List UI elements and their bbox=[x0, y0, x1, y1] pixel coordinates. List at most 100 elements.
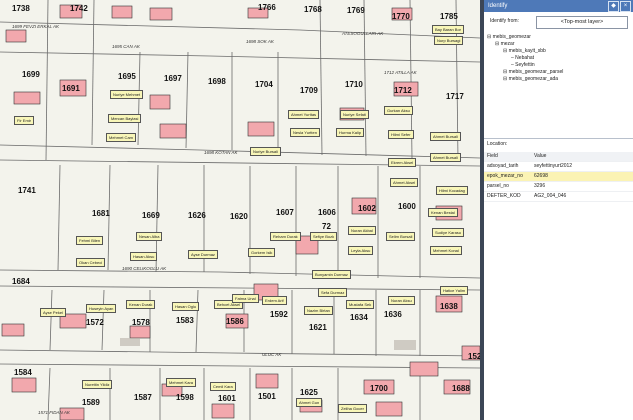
road-label[interactable]: 1698 SOK AK bbox=[246, 39, 274, 44]
owner-label[interactable]: Mercan Baylasi bbox=[108, 114, 142, 123]
owner-label[interactable]: Sefiye Bozk bbox=[310, 232, 338, 241]
owner-label[interactable]: Nazim Birtan bbox=[304, 306, 333, 315]
owner-label[interactable]: Ahmet Bursali bbox=[430, 153, 461, 162]
parcel-number[interactable]: 1717 bbox=[446, 92, 464, 101]
parcel-number[interactable]: 1607 bbox=[276, 208, 294, 217]
owner-label[interactable]: Nuriye Mehmet bbox=[110, 90, 144, 99]
parcel-number[interactable]: 72 bbox=[322, 222, 331, 231]
parcel-number[interactable]: 1695 bbox=[118, 72, 136, 81]
parcel-number[interactable]: 1669 bbox=[142, 211, 160, 220]
owner-label[interactable]: Nuran Aksu bbox=[388, 296, 415, 305]
owner-label[interactable]: Hasan Aksu bbox=[130, 252, 158, 261]
owner-label[interactable]: Nesla Yurtten bbox=[290, 128, 320, 137]
owner-label[interactable]: Fehmi Bilen bbox=[76, 236, 104, 245]
parcel-number[interactable]: 1600 bbox=[398, 202, 416, 211]
parcel-number[interactable]: 1638 bbox=[440, 302, 458, 311]
parcel-number[interactable]: 1700 bbox=[370, 384, 388, 393]
owner-label[interactable]: Ahmet Yurttas bbox=[288, 110, 320, 119]
parcel-number[interactable]: 1592 bbox=[270, 310, 288, 319]
owner-label[interactable]: Kenan Durak bbox=[126, 300, 156, 309]
parcel-number[interactable]: 1587 bbox=[134, 393, 152, 402]
owner-label[interactable]: Mehmet Cam bbox=[106, 133, 137, 142]
owner-label[interactable]: Nesan Alba bbox=[136, 232, 163, 241]
road-label[interactable]: 1690 CELIKOGLU AK bbox=[122, 266, 166, 271]
owner-label[interactable]: Fatma Unal bbox=[232, 294, 259, 303]
attribute-row[interactable]: DEFTER_KOD AG2_004_046 bbox=[484, 192, 633, 202]
parcel-number[interactable]: 1710 bbox=[345, 80, 363, 89]
owner-label[interactable]: Reham Durak bbox=[270, 232, 301, 241]
owner-label[interactable]: Bay Baran Bor bbox=[432, 25, 465, 34]
owner-label[interactable]: Ahmet Aksel bbox=[390, 178, 419, 187]
parcel-number[interactable]: 1606 bbox=[318, 208, 336, 217]
parcel-number[interactable]: 1769 bbox=[347, 6, 365, 15]
parcel-number[interactable]: 1636 bbox=[384, 310, 402, 319]
attribute-row[interactable]: parsel_no 3296 bbox=[484, 182, 633, 192]
parcel-number[interactable]: 1586 bbox=[226, 317, 244, 326]
pin-icon[interactable]: ◆ bbox=[608, 1, 619, 12]
owner-label[interactable]: Okan Cebeci bbox=[76, 258, 106, 267]
result-tree[interactable]: ⊟ mebis_geomezar ⊟ mezar ⊟ mebis_kayit_sbb… bbox=[487, 34, 631, 83]
road-label[interactable]: 1699 FEVZI ERKAL AK bbox=[12, 24, 59, 29]
road-label[interactable]: 1695 CAN AK bbox=[112, 44, 140, 49]
owner-label[interactable]: Leyla Aksu bbox=[348, 246, 374, 255]
owner-label[interactable]: Erdem Arif bbox=[262, 296, 287, 305]
parcel-number[interactable]: 152 bbox=[468, 352, 480, 361]
owner-label[interactable]: Hilmi Sefer bbox=[388, 130, 414, 139]
owner-label[interactable]: Mehmet Kara bbox=[166, 378, 197, 387]
owner-label[interactable]: Fir Emir bbox=[14, 116, 34, 125]
owner-label[interactable]: Ayse Durmaz bbox=[188, 250, 218, 259]
tree-node[interactable]: ⊟ mebis_geomezar_ada bbox=[487, 76, 631, 83]
owner-label[interactable]: Nurp Bursagi bbox=[434, 36, 464, 45]
parcel-number[interactable]: 1768 bbox=[304, 5, 322, 14]
tree-node[interactable]: – Seyfettin bbox=[487, 62, 631, 69]
owner-label[interactable]: Nuriye Sefati bbox=[340, 110, 369, 119]
parcel-number[interactable]: 1785 bbox=[440, 12, 458, 21]
owner-label[interactable]: Nurettin Yildiz bbox=[82, 380, 113, 389]
parcel-number[interactable]: 1691 bbox=[62, 84, 80, 93]
parcel-number[interactable]: 1601 bbox=[218, 394, 236, 403]
parcel-number[interactable]: 1501 bbox=[258, 392, 276, 401]
owner-label[interactable]: Zeliha Gocer bbox=[338, 404, 367, 413]
parcel-number[interactable]: 1766 bbox=[258, 3, 276, 12]
map-view[interactable]: 1738 1742 1766 1768 1769 1770 1785 1699 1691 1695… bbox=[0, 0, 480, 420]
parcel-number[interactable]: 1698 bbox=[208, 77, 226, 86]
tree-node[interactable]: ⊟ mebis_kayit_sbb bbox=[487, 48, 631, 55]
owner-label[interactable]: Hatice Yalim bbox=[440, 286, 469, 295]
parcel-number[interactable]: 1738 bbox=[12, 4, 30, 13]
owner-label[interactable]: Sudiye Karasu bbox=[432, 228, 465, 237]
attribute-row[interactable]: adsoyad_tarih seyfettinyurt2012 bbox=[484, 162, 633, 172]
parcel-number[interactable]: 1709 bbox=[300, 86, 318, 95]
parcel-number[interactable]: 1578 bbox=[132, 318, 150, 327]
owner-label[interactable]: Mehmet Konal bbox=[430, 246, 462, 255]
owner-label[interactable]: Hasan Oglu bbox=[172, 302, 200, 311]
owner-label[interactable]: Ayse Pekel bbox=[40, 308, 66, 317]
parcel-number[interactable]: 1699 bbox=[22, 70, 40, 79]
parcel-number[interactable]: 1572 bbox=[86, 318, 104, 327]
parcel-number[interactable]: 1584 bbox=[14, 368, 32, 377]
owner-label[interactable]: Gurkan Aksu bbox=[384, 106, 413, 115]
owner-label[interactable]: Nuran Akbal bbox=[348, 226, 376, 235]
road-label[interactable]: ATESOGULLARI AK bbox=[342, 31, 383, 36]
parcel-number[interactable]: 1602 bbox=[358, 204, 376, 213]
owner-label[interactable]: Ahmet Gun bbox=[296, 398, 323, 407]
owner-label[interactable]: Huseyin Ayan bbox=[86, 304, 117, 313]
owner-label[interactable]: Sefa Durmaz bbox=[318, 288, 348, 297]
attribute-row[interactable]: epok_mezar_no 62698 bbox=[484, 172, 633, 182]
parcel-number[interactable]: 1583 bbox=[176, 316, 194, 325]
owner-label[interactable]: Hilmi Kocadag bbox=[436, 186, 468, 195]
parcel-number[interactable]: 1697 bbox=[164, 74, 182, 83]
parcel-number[interactable]: 1684 bbox=[12, 277, 30, 286]
owner-label[interactable]: Ekrem Aksel bbox=[388, 158, 417, 167]
owner-label[interactable]: Cemil Kara bbox=[210, 382, 236, 391]
parcel-number[interactable]: 1598 bbox=[176, 393, 194, 402]
parcel-number[interactable]: 1589 bbox=[82, 398, 100, 407]
parcel-number[interactable]: 1626 bbox=[188, 211, 206, 220]
road-label[interactable]: 1698 KOTAN AK bbox=[204, 150, 238, 155]
parcel-number[interactable]: 1704 bbox=[255, 80, 273, 89]
parcel-number[interactable]: 1688 bbox=[452, 384, 470, 393]
parcel-number[interactable]: 1625 bbox=[300, 388, 318, 397]
parcel-number[interactable]: 1770 bbox=[392, 12, 410, 21]
owner-label[interactable]: Mustafa Sek bbox=[346, 300, 375, 309]
owner-label[interactable]: Selim Bursali bbox=[386, 232, 416, 241]
tree-node[interactable]: ⊟ mebis_geomezar_parsel bbox=[487, 69, 631, 76]
